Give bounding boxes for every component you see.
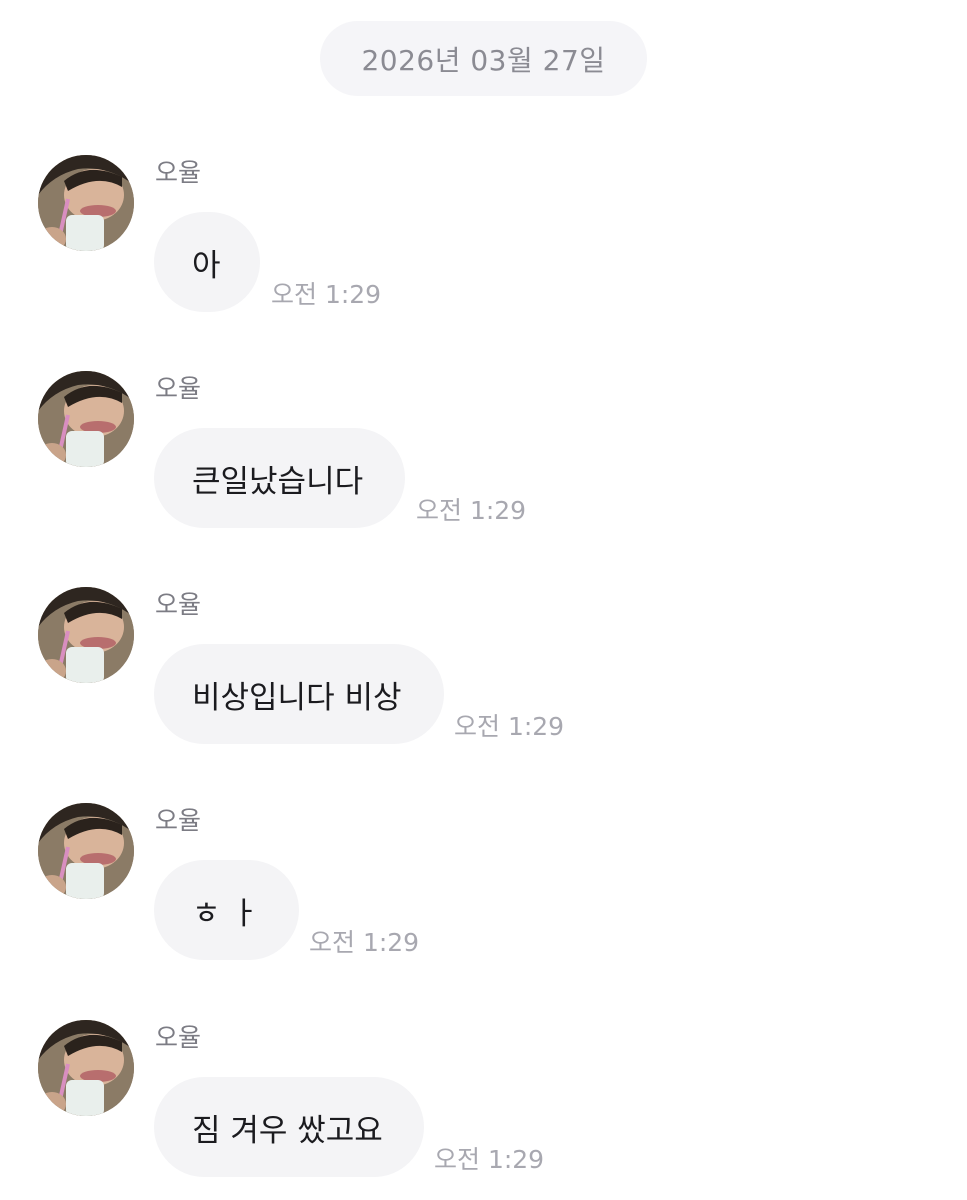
message-row: 오율 ㅎ ㅏ 오전 1:29 [0, 803, 967, 963]
sender-name: 오율 [155, 806, 202, 835]
message-time: 오전 1:29 [416, 496, 527, 525]
message-row: 오율 아 오전 1:29 [0, 155, 967, 315]
sender-name: 오율 [155, 590, 202, 619]
avatar-photo [38, 1020, 134, 1116]
avatar-photo [38, 371, 134, 467]
message-bubble[interactable]: ㅎ ㅏ [154, 860, 299, 960]
avatar[interactable] [38, 1020, 134, 1116]
date-divider: 2026년 03월 27일 [320, 21, 647, 96]
message-time: 오전 1:29 [434, 1145, 545, 1174]
message-bubble[interactable]: 아 [154, 212, 260, 312]
message-row: 오율 비상입니다 비상 오전 1:29 [0, 587, 967, 747]
avatar[interactable] [38, 371, 134, 467]
message-time: 오전 1:29 [309, 928, 420, 957]
sender-name: 오율 [155, 1023, 202, 1052]
message-row: 오율 큰일났습니다 오전 1:29 [0, 371, 967, 531]
sender-name: 오율 [155, 374, 202, 403]
sender-name: 오율 [155, 158, 202, 187]
message-bubble[interactable]: 비상입니다 비상 [154, 644, 444, 744]
avatar[interactable] [38, 803, 134, 899]
avatar-photo [38, 587, 134, 683]
message-row: 오율 짐 겨우 쌌고요 오전 1:29 [0, 1020, 967, 1180]
avatar[interactable] [38, 155, 134, 251]
message-bubble[interactable]: 짐 겨우 쌌고요 [154, 1077, 424, 1177]
message-time: 오전 1:29 [454, 712, 565, 741]
message-time: 오전 1:29 [271, 280, 382, 309]
avatar[interactable] [38, 587, 134, 683]
avatar-photo [38, 155, 134, 251]
message-bubble[interactable]: 큰일났습니다 [154, 428, 405, 528]
avatar-photo [38, 803, 134, 899]
